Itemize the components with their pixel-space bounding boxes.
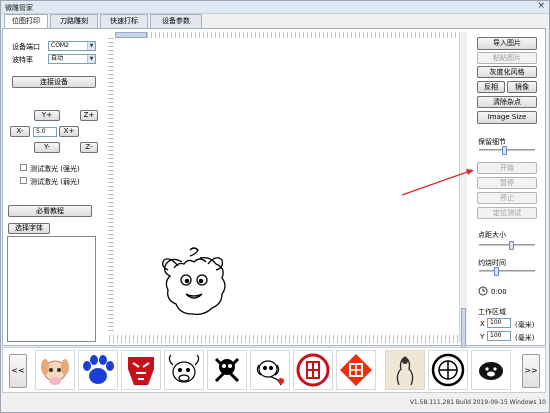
gallery-item-emblem[interactable] [428,350,468,390]
port-select[interactable]: COM2 ▼ [48,41,96,51]
close-icon[interactable]: × [537,1,545,11]
baud-select[interactable]: 自动 ▼ [48,54,96,64]
tab-bitmap-print[interactable]: 位图打印 [4,14,48,29]
grayscale-style-button[interactable]: 灰度化风格 [477,66,537,78]
title-bar: 微雕管家 × [1,1,549,14]
point-size-slider[interactable] [479,241,535,250]
elapsed-time: 0:00 [491,288,507,296]
gallery-item-skull[interactable] [207,350,247,390]
work-area-y-label: Y [480,333,485,341]
test-strong-checkbox[interactable] [20,164,27,171]
test-strong-label: 测试激光 (强光) [30,165,80,173]
step-input[interactable]: 5.0 [33,127,57,137]
clock-icon [478,286,488,296]
work-area-label: 工作区域 [478,308,506,316]
y-plus-button[interactable]: Y+ [34,110,60,121]
y-minus-button[interactable]: Y- [34,142,60,153]
chevron-down-icon: ▼ [87,42,95,50]
gallery-prev-button[interactable]: << [9,354,27,388]
paste-image-button[interactable]: 粘贴图片 [477,52,537,64]
fu-seal-icon [296,353,330,387]
baud-label: 波特率 [12,56,33,64]
point-size-slider-knob[interactable] [509,241,514,250]
x-plus-button[interactable]: X+ [59,126,79,137]
gallery-next-button[interactable]: >> [522,354,540,388]
gallery-item-puppy[interactable] [35,350,75,390]
point-size-label: 点距大小 [478,231,506,239]
test-weak-label: 测试激光 (弱光) [30,178,80,186]
tutorial-button[interactable]: 必看教程 [8,205,92,217]
left-ruler [108,38,114,334]
vertical-scrollbar[interactable] [459,32,467,368]
pig-icon [479,362,503,380]
gallery-item-figure[interactable] [385,350,425,390]
baud-value: 自动 [51,55,64,62]
skull-icon [214,357,240,383]
tab-path-engrave[interactable]: 刀路雕刻 [50,14,98,28]
gallery-item-paw[interactable] [78,350,118,390]
work-area-x-unit: (毫米) [515,321,535,329]
locate-test-button[interactable]: 定位测试 [477,207,537,219]
font-list[interactable] [7,236,96,342]
x-minus-button[interactable]: X- [10,126,30,137]
version-status: V1.58.111.281 Build 2019-09-15 Windows 1… [409,399,546,406]
test-weak-checkbox[interactable] [20,177,27,184]
work-area-x-label: X [480,320,485,328]
puppy-icon [41,359,69,385]
detail-slider-knob[interactable] [502,146,507,155]
tab-quick-mark[interactable]: 快速打标 [100,14,148,28]
window-title: 微雕管家 [5,4,33,12]
print-canvas[interactable] [104,31,470,345]
tab-device-params[interactable]: 设备参数 [150,14,202,28]
robot-logo-icon [128,357,154,385]
burn-time-slider[interactable] [479,267,535,276]
gallery-item-fu-diamond[interactable] [336,350,376,390]
burn-time-slider-knob[interactable] [494,267,499,276]
stop-button[interactable]: 停止 [477,192,537,204]
denoise-button[interactable]: 清除杂点 [477,96,537,108]
figure-icon [386,351,424,389]
pause-button[interactable]: 暂停 [477,177,537,189]
work-area-x-input[interactable]: 100 [487,318,511,328]
cow-icon [168,354,200,383]
bottom-ruler [109,335,461,343]
work-area-y-input[interactable]: 100 [487,331,511,341]
invert-button[interactable]: 反相 [477,81,505,93]
import-image-button[interactable]: 导入图片 [477,37,537,50]
mirror-button[interactable]: 镜像 [507,81,537,93]
connect-button[interactable]: 连接设备 [12,76,96,88]
horizontal-scroll-thumb[interactable] [115,32,147,38]
image-size-button[interactable]: Image Size [477,111,537,124]
detail-slider[interactable] [479,146,535,155]
z-minus-button[interactable]: Z- [80,142,98,153]
gallery-item-cow[interactable] [164,350,204,390]
select-font-button[interactable]: 选择字体 [8,223,50,234]
start-button[interactable]: 开始 [477,162,537,174]
chevron-down-icon: ▼ [87,55,95,63]
work-area-y-unit: (毫米) [515,334,535,342]
gallery-item-robot-logo[interactable] [121,350,161,390]
sheep-cartoon-image[interactable] [160,246,230,320]
paw-icon [83,355,114,384]
port-label: 设备端口 [12,43,40,51]
fu-diamond-icon [340,354,372,386]
top-ruler [115,32,463,38]
burn-time-label: 灼烧时间 [478,259,506,267]
z-plus-button[interactable]: Z+ [80,110,98,121]
gallery-item-fu-seal[interactable] [293,350,333,390]
gallery-item-pig[interactable] [471,350,511,390]
tab-bar: 位图打印 刀路雕刻 快速打标 设备参数 [2,14,546,29]
gallery-item-dog[interactable] [250,350,290,390]
port-value: COM2 [51,42,69,49]
dog-icon [256,360,284,386]
emblem-icon [431,353,465,387]
